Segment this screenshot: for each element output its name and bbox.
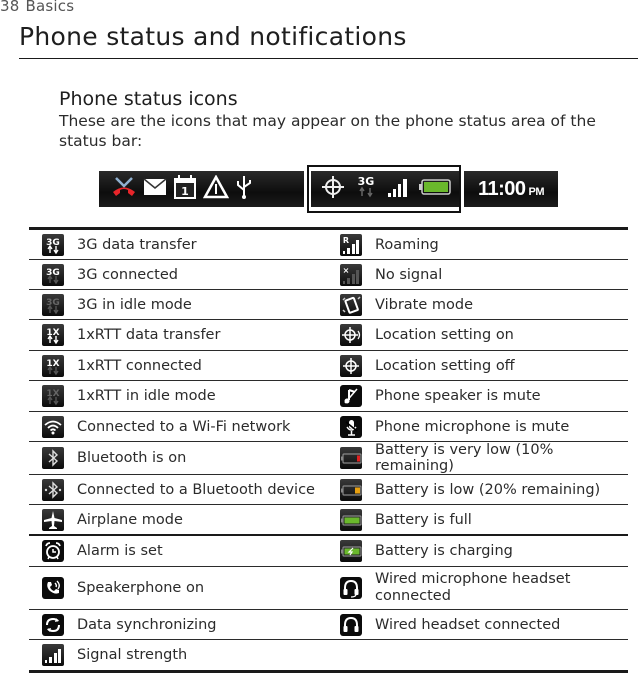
svg-text:R: R (343, 236, 349, 245)
calendar-icon: 1 (173, 174, 197, 204)
microphone-headset-icon (340, 577, 362, 599)
icon-description: 1xRTT connected (77, 357, 202, 374)
mail-icon (143, 178, 167, 200)
icon-description: No signal (375, 266, 443, 283)
table-row: 1X 1xRTT in idle mode Phone speaker is m… (29, 381, 628, 412)
sync-icon (42, 613, 64, 636)
speakerphone-icon (42, 577, 64, 599)
location-on-icon (340, 324, 362, 346)
svg-text:1X: 1X (46, 389, 59, 399)
1xrtt-idle-icon: 1X (42, 385, 64, 407)
clock-time: 11:00 (477, 177, 526, 200)
icon-description: 3G data transfer (77, 236, 197, 253)
1xrtt-connected-icon: 1X (42, 354, 64, 377)
icon-description: Phone speaker is mute (375, 388, 541, 404)
icon-description: Connected to a Bluetooth device (77, 481, 315, 498)
battery-low-icon (340, 478, 362, 501)
3g-idle-icon: 3G (42, 293, 64, 316)
table-row: Speakerphone on Wired microphone headset… (29, 567, 628, 610)
page-section: Basics (25, 0, 75, 15)
table-row: Airplane mode Battery is full (29, 505, 628, 535)
icon-description: Battery is very low (10% remaining) (375, 442, 554, 474)
chapter-divider (19, 58, 638, 59)
icon-description: Phone microphone is mute (375, 418, 570, 435)
status-icons-table: 3G 3G data transfer R Roaming 3G 3G conn… (29, 227, 628, 673)
clock-area: 11:00 PM (464, 171, 558, 207)
usb-icon (235, 174, 253, 204)
missed-call-icon (111, 175, 137, 203)
table-row: 3G 3G data transfer R Roaming (29, 229, 628, 260)
table-row: 1X 1xRTT data transfer Location setting … (29, 320, 628, 351)
warning-icon (202, 174, 230, 203)
no-signal-icon: × (340, 263, 362, 286)
icon-description: 3G in idle mode (77, 296, 192, 313)
icon-description: Airplane mode (77, 511, 183, 528)
svg-text:3G: 3G (46, 238, 60, 248)
chapter-title: Phone status and notifications (19, 22, 407, 51)
signal-strength-icon (42, 644, 64, 666)
speaker-mute-icon (340, 385, 362, 407)
table-row: Connected to a Bluetooth device Battery … (29, 475, 628, 505)
icon-description: Speakerphone on (77, 580, 205, 596)
icon-description: Battery is full (375, 511, 472, 528)
icon-description: Battery is low (20% remaining) (375, 481, 601, 498)
svg-text:1X: 1X (46, 359, 59, 369)
table-row: Data synchronizing Wired headset connect… (29, 610, 628, 640)
battery-very-low-icon (340, 447, 362, 469)
alarm-icon (42, 540, 64, 562)
icon-description: Alarm is set (77, 543, 163, 559)
icon-description: Vibrate mode (375, 296, 474, 313)
table-row: 3G 3G in idle mode Vibrate mode (29, 290, 628, 320)
1xrtt-data-transfer-icon: 1X (42, 324, 64, 346)
bluetooth-connected-icon (42, 478, 64, 501)
location-off-icon (340, 354, 362, 377)
icon-description: 1xRTT data transfer (77, 327, 221, 343)
icon-description: Data synchronizing (77, 616, 217, 633)
icon-description: Wired microphone headset connected (375, 571, 571, 604)
vibrate-icon (340, 293, 362, 316)
icon-description: Connected to a Wi-Fi network (77, 418, 291, 435)
headset-icon (340, 613, 362, 636)
battery-full-icon (340, 508, 362, 531)
icon-description: Bluetooth is on (77, 450, 187, 466)
3g-connected-icon: 3G (42, 263, 64, 286)
notification-area: 1 (99, 171, 304, 207)
page-header: 38 Basics (0, 0, 80, 15)
phone-status-highlight-box (307, 165, 461, 213)
table-row: 1X 1xRTT connected Location setting off (29, 351, 628, 381)
bluetooth-on-icon (42, 447, 64, 469)
table-row: Alarm is set Battery is charging (29, 535, 628, 567)
page-number: 38 (0, 0, 20, 15)
intro-text: These are the icons that may appear on t… (59, 112, 596, 150)
roaming-icon: R (340, 233, 362, 256)
svg-text:1X: 1X (46, 328, 59, 338)
section-title: Phone status icons (59, 88, 238, 110)
clock-ampm: PM (528, 185, 545, 198)
icon-description: 3G connected (77, 266, 178, 283)
icon-description: Roaming (375, 236, 439, 253)
wifi-icon (42, 415, 64, 438)
svg-text:3G: 3G (46, 298, 60, 308)
icon-description: Battery is charging (375, 543, 513, 559)
icon-description: Wired headset connected (375, 616, 561, 633)
svg-text:3G: 3G (46, 268, 60, 278)
battery-charging-icon (340, 540, 362, 562)
clock: 11:00 PM (477, 177, 545, 201)
icon-description: Location setting off (375, 357, 515, 374)
svg-text:×: × (343, 266, 350, 275)
table-row: 3G 3G connected × No signal (29, 260, 628, 290)
table-row: Bluetooth is on Battery is very low (10%… (29, 442, 628, 475)
airplane-icon (42, 508, 64, 531)
microphone-mute-icon (340, 415, 362, 438)
3g-data-transfer-icon: 3G (42, 233, 64, 256)
icon-description: 1xRTT in idle mode (77, 388, 216, 404)
icon-description: Location setting on (375, 327, 514, 343)
svg-text:1: 1 (181, 185, 189, 198)
table-row: Connected to a Wi-Fi network Phone micro… (29, 412, 628, 442)
